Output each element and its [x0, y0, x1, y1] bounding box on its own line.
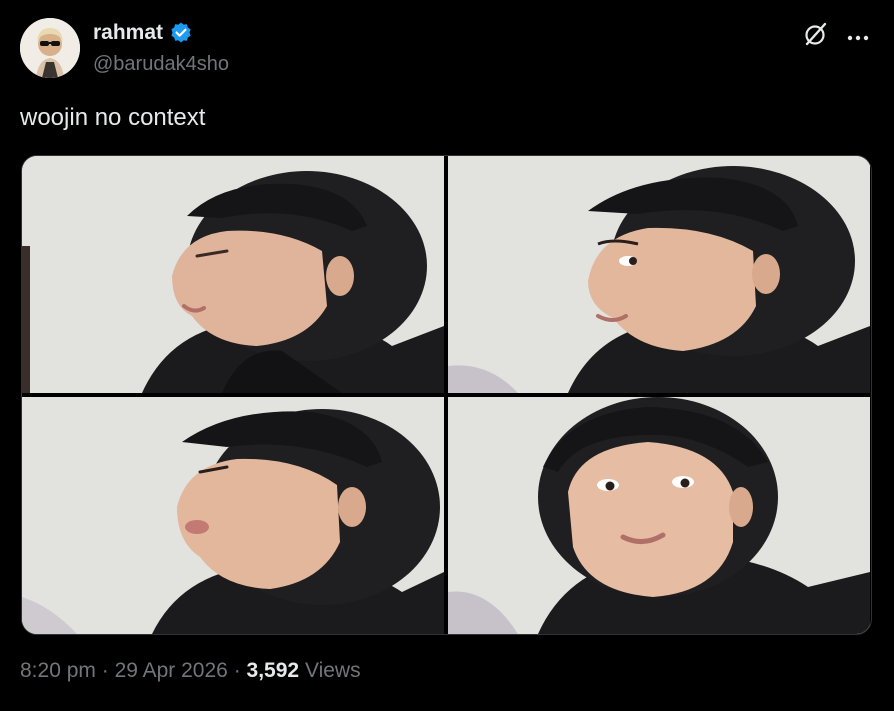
meta-separator: ·: [101, 659, 109, 682]
tweet-date[interactable]: 29 Apr 2026: [115, 659, 228, 682]
media-photo-3[interactable]: [22, 397, 444, 634]
media-grid: [21, 155, 872, 635]
media-photo-1[interactable]: [22, 156, 444, 393]
media-photo-4[interactable]: [448, 397, 870, 634]
avatar-image: [20, 18, 80, 78]
author-avatar[interactable]: [20, 18, 80, 78]
grok-icon[interactable]: [803, 21, 829, 47]
tweet-time[interactable]: 8:20 pm: [20, 659, 96, 682]
views-count[interactable]: 3,592: [247, 659, 300, 682]
author-display-name[interactable]: rahmat: [93, 20, 163, 46]
author-name-row[interactable]: rahmat: [93, 20, 193, 46]
verified-badge-icon[interactable]: [169, 21, 193, 45]
author-handle[interactable]: @barudak4sho: [93, 52, 229, 76]
photo-image: [448, 397, 870, 634]
views-label: Views: [304, 659, 361, 682]
tweet-text: woojin no context: [20, 104, 206, 131]
photo-image: [22, 156, 444, 393]
media-photo-2[interactable]: [448, 156, 870, 393]
more-options-icon[interactable]: [846, 29, 870, 41]
meta-separator: ·: [233, 659, 241, 682]
photo-image: [448, 156, 870, 393]
tweet-meta: 8:20 pm · 29 Apr 2026 · 3,592 Views: [20, 657, 361, 685]
photo-image: [22, 397, 444, 634]
